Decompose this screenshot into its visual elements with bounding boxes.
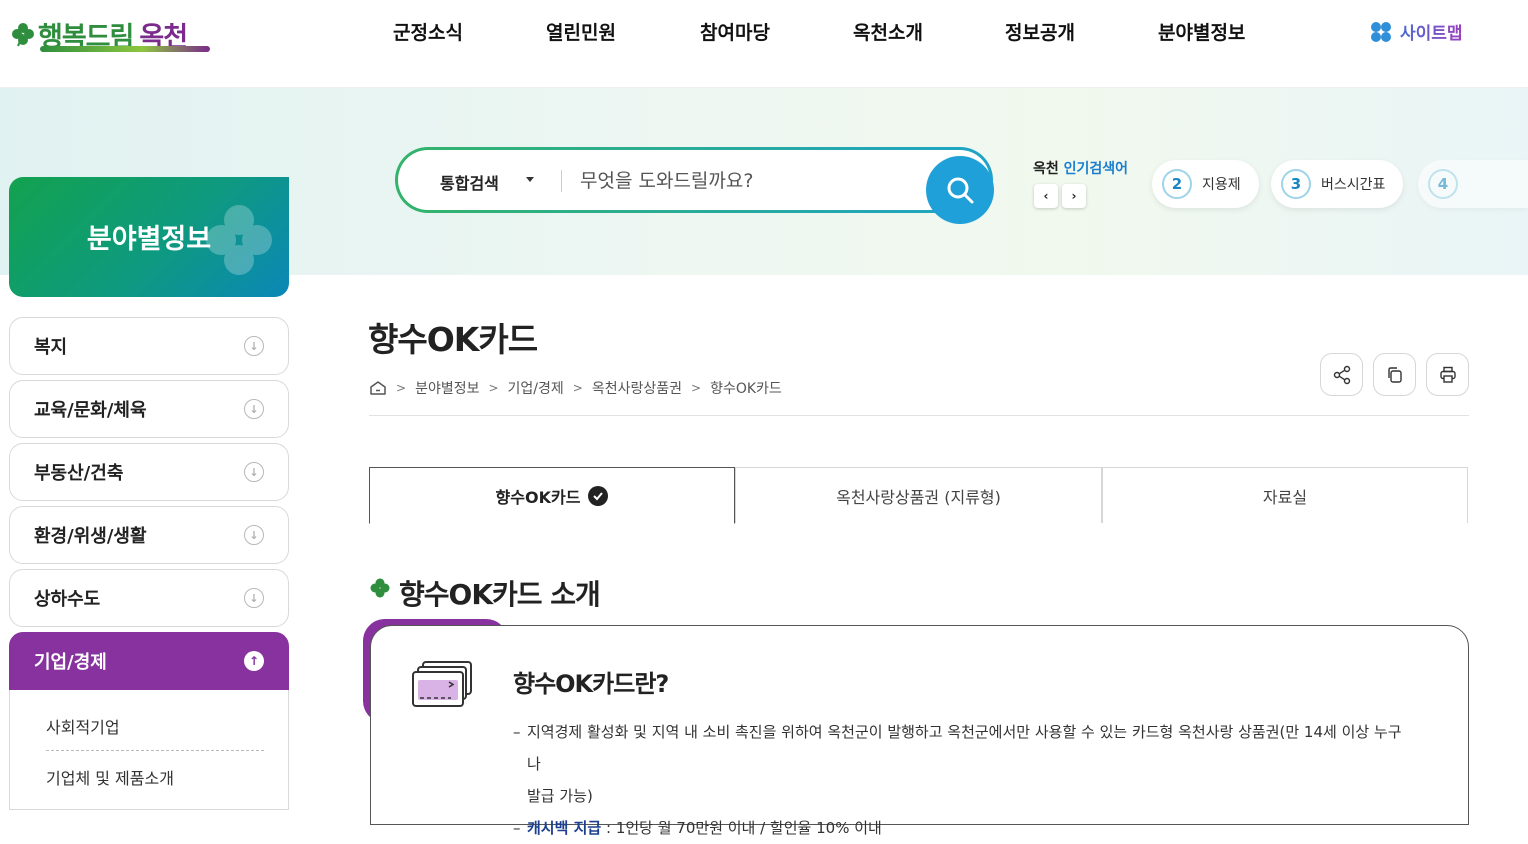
nav-item-disclosure[interactable]: 정보공개 — [1005, 18, 1075, 45]
search-input[interactable] — [578, 164, 908, 198]
title-divider — [369, 415, 1469, 416]
tab-label: 자료실 — [1262, 487, 1308, 507]
tab-okcard[interactable]: 향수OK카드 — [369, 467, 735, 524]
popular-keyword-controls: ‹ › — [1034, 184, 1086, 208]
chevron-right-icon: > — [691, 381, 702, 395]
share-button[interactable] — [1320, 353, 1363, 396]
sidebar-item-label: 기업/경제 — [34, 652, 107, 673]
sidebar-item-label: 부동산/건축 — [34, 463, 124, 484]
sidebar-menu: 복지 ↓ 교육/문화/체육 ↓ 부동산/건축 ↓ 환경/위생/생활 ↓ 상하수도… — [9, 317, 289, 810]
description-line: 캐시백 지급 : 1인당 월 70만원 이내 / 할인율 10% 이내 — [513, 812, 1413, 844]
search-category-select[interactable]: 통합검색 — [440, 170, 499, 194]
sitemap-label: 사이트맵 — [1400, 19, 1463, 44]
nav-item-civil[interactable]: 열린민원 — [546, 18, 616, 45]
site-logo[interactable]: 행복드림 옥천 — [10, 14, 210, 54]
sidebar-item-real-estate[interactable]: 부동산/건축 ↓ — [9, 443, 289, 501]
nav-item-news[interactable]: 군정소식 — [393, 18, 463, 45]
copy-icon — [1387, 366, 1402, 383]
tab-paper-voucher[interactable]: 옥천사랑상품권 (지류형) — [735, 467, 1102, 523]
keyword-text: 지용제 — [1202, 177, 1241, 193]
site-header: 행복드림 옥천 군정소식 열린민원 참여마당 옥천소개 정보공개 분야별정보 사… — [0, 0, 1528, 88]
tab-label: 옥천사랑상품권 (지류형) — [836, 487, 1001, 507]
nav-item-participation[interactable]: 참여마당 — [700, 18, 770, 45]
utility-buttons — [1320, 353, 1469, 396]
check-icon — [588, 485, 609, 506]
search-icon — [947, 177, 974, 204]
sidebar-item-label: 복지 — [34, 337, 68, 358]
search-divider — [561, 170, 562, 192]
breadcrumb: > 분야별정보 > 기업/경제 > 옥천사랑상품권 > 향수OK카드 — [369, 378, 782, 398]
description-text-cont: 발급 가능) — [527, 787, 593, 805]
nav-item-field-info[interactable]: 분야별정보 — [1158, 18, 1245, 45]
breadcrumb-item[interactable]: 기업/경제 — [508, 378, 564, 398]
expand-icon: ↓ — [244, 588, 264, 608]
popular-keywords-label: 옥천 인기검색어 — [1033, 158, 1128, 178]
section-heading: 향수OK카드 소개 — [369, 573, 601, 613]
popular-prefix: 옥천 — [1033, 161, 1059, 177]
sidebar-header: 분야별정보 — [9, 177, 289, 297]
description-text: 지역경제 활성화 및 지역 내 소비 촉진을 위하여 옥천군이 발행하고 옥천군… — [527, 723, 1402, 773]
sidebar-item-water[interactable]: 상하수도 ↓ — [9, 569, 289, 627]
popular-keyword-chip[interactable]: 3 버스시간표 — [1271, 160, 1404, 208]
clover-bullet-icon — [370, 578, 390, 598]
sidebar-submenu: 사회적기업 기업체 및 제품소개 — [9, 690, 289, 810]
sidebar-title: 분야별정보 — [86, 224, 212, 255]
submenu-item-company-products[interactable]: 기업체 및 제품소개 — [46, 751, 264, 801]
nav-item-about[interactable]: 옥천소개 — [853, 18, 923, 45]
expand-icon: ↓ — [244, 525, 264, 545]
sidebar-item-welfare[interactable]: 복지 ↓ — [9, 317, 289, 375]
sitemap-button[interactable]: 사이트맵 — [1370, 19, 1463, 44]
section-title: 향수OK카드 소개 — [399, 578, 601, 611]
card-title: 향수OK카드란? — [513, 670, 669, 698]
collapse-icon: ↑ — [244, 651, 264, 671]
breadcrumb-current: 향수OK카드 — [710, 381, 782, 397]
keyword-text: 버스시간표 — [1321, 177, 1386, 193]
cashback-label: 캐시백 지급 — [527, 819, 602, 837]
card-description: 지역경제 활성화 및 지역 내 소비 촉진을 위하여 옥천군이 발행하고 옥천군… — [513, 716, 1413, 844]
description-line: 지역경제 활성화 및 지역 내 소비 촉진을 위하여 옥천군이 발행하고 옥천군… — [513, 716, 1413, 812]
next-keyword-button[interactable]: › — [1062, 184, 1086, 208]
search-box: 통합검색 — [395, 147, 993, 213]
sidebar-item-education[interactable]: 교육/문화/체육 ↓ — [9, 380, 289, 438]
tab-archive[interactable]: 자료실 — [1102, 467, 1468, 523]
sitemap-icon — [1371, 21, 1391, 42]
popular-keyword-chip[interactable]: 2 지용제 — [1152, 160, 1259, 208]
info-card: 향수OK카드란? 지역경제 활성화 및 지역 내 소비 촉진을 위하여 옥천군이… — [370, 625, 1469, 844]
sidebar-item-label: 상하수도 — [34, 589, 101, 610]
logo-swoosh — [40, 46, 210, 52]
sidebar-item-label: 교육/문화/체육 — [34, 400, 147, 421]
caret-down-icon[interactable] — [526, 177, 534, 182]
keyword-rank: 3 — [1281, 169, 1311, 199]
copy-url-button[interactable] — [1373, 353, 1416, 396]
chevron-right-icon: > — [572, 381, 583, 395]
expand-icon: ↓ — [244, 336, 264, 356]
breadcrumb-item[interactable]: 분야별정보 — [415, 378, 479, 398]
sidebar-item-label: 환경/위생/생활 — [34, 526, 147, 547]
expand-icon: ↓ — [244, 399, 264, 419]
sidebar-item-environment[interactable]: 환경/위생/생활 ↓ — [9, 506, 289, 564]
keyword-rank: 4 — [1428, 169, 1458, 199]
breadcrumb-item[interactable]: 옥천사랑상품권 — [592, 378, 682, 398]
submenu-item-social-enterprise[interactable]: 사회적기업 — [46, 700, 264, 751]
keyword-rank: 2 — [1162, 169, 1192, 199]
home-icon[interactable] — [369, 380, 387, 396]
chevron-right-icon: > — [488, 381, 499, 395]
popular-keyword-chip[interactable]: 4 — [1418, 160, 1528, 208]
print-button[interactable] — [1426, 353, 1469, 396]
prev-keyword-button[interactable]: ‹ — [1034, 184, 1058, 208]
cashback-text: : 1인당 월 70만원 이내 / 할인율 10% 이내 — [601, 819, 882, 837]
tab-label: 향수OK카드 — [495, 487, 581, 507]
print-icon — [1439, 366, 1456, 383]
expand-icon: ↓ — [244, 462, 264, 482]
share-icon — [1333, 365, 1350, 384]
clover-icon — [12, 23, 34, 47]
content-tabs: 향수OK카드 옥천사랑상품권 (지류형) 자료실 — [369, 467, 1468, 524]
popular-title: 인기검색어 — [1063, 161, 1129, 177]
card-icon — [412, 661, 472, 707]
sidebar-item-business[interactable]: 기업/경제 ↑ — [9, 632, 289, 690]
search-button[interactable] — [926, 156, 994, 224]
chevron-right-icon: > — [396, 381, 407, 395]
page-title: 향수OK카드 — [368, 320, 538, 359]
